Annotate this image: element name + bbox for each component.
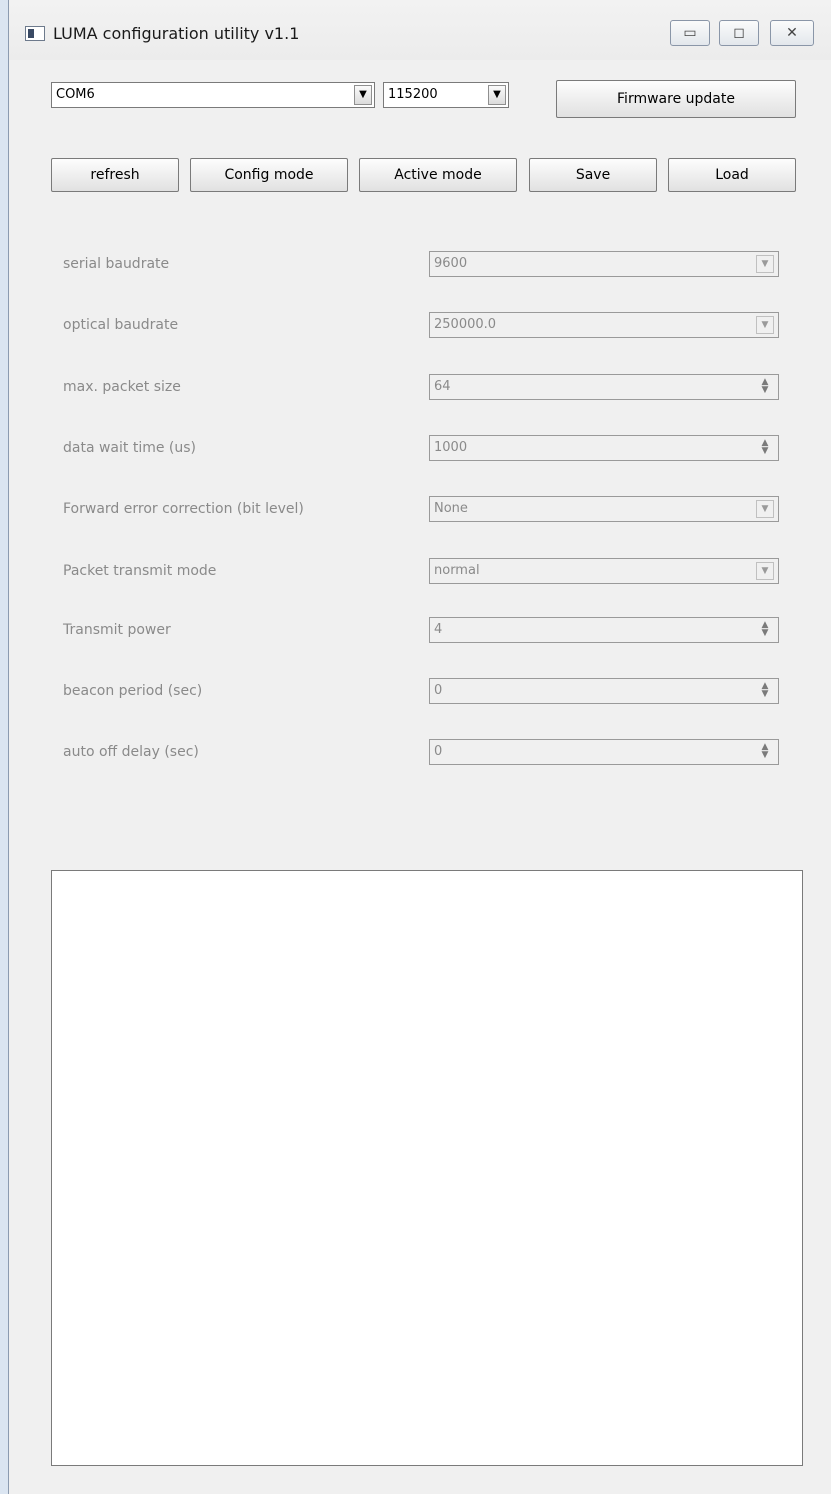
maximize-button[interactable]: ◻	[719, 20, 759, 46]
setting-label: Forward error correction (bit level)	[63, 501, 304, 517]
baud-value: 115200	[388, 87, 438, 102]
beacon-period-spinner[interactable]: 0 ▲ ▼	[429, 678, 779, 704]
spinner-arrows-icon[interactable]: ▲ ▼	[756, 682, 774, 700]
setting-value: 0	[434, 744, 443, 759]
setting-value: 1000	[434, 440, 468, 455]
setting-value: 250000.0	[434, 317, 497, 332]
chevron-down-icon[interactable]: ▼	[756, 562, 774, 580]
fec-select[interactable]: None ▼	[429, 496, 779, 522]
setting-value: 4	[434, 622, 443, 637]
setting-label: Packet transmit mode	[63, 563, 217, 579]
window-title: LUMA configuration utility v1.1	[53, 24, 300, 43]
spinner-arrows-icon[interactable]: ▲ ▼	[756, 378, 774, 396]
chevron-down-icon[interactable]: ▼	[354, 85, 372, 105]
setting-label: data wait time (us)	[63, 440, 197, 456]
port-value: COM6	[56, 87, 95, 102]
setting-value: 64	[434, 379, 451, 394]
log-textarea[interactable]	[51, 870, 803, 1466]
app-icon	[25, 26, 45, 41]
optical-baudrate-select[interactable]: 250000.0 ▼	[429, 312, 779, 338]
spinner-arrows-icon[interactable]: ▲ ▼	[756, 743, 774, 761]
auto-off-delay-spinner[interactable]: 0 ▲ ▼	[429, 739, 779, 765]
chevron-down-icon[interactable]: ▼	[756, 500, 774, 518]
minimize-button[interactable]: ▭	[670, 20, 710, 46]
config-mode-button[interactable]: Config mode	[190, 158, 348, 192]
setting-label: beacon period (sec)	[63, 683, 203, 699]
setting-label: auto off delay (sec)	[63, 744, 199, 760]
port-select[interactable]: COM6 ▼	[51, 82, 375, 108]
active-mode-button[interactable]: Active mode	[359, 158, 517, 192]
title-bar: LUMA configuration utility v1.1 ▭ ◻ ✕	[9, 0, 831, 60]
close-button[interactable]: ✕	[770, 20, 814, 46]
save-button[interactable]: Save	[529, 158, 657, 192]
setting-value: normal	[434, 563, 480, 578]
spinner-arrows-icon[interactable]: ▲ ▼	[756, 439, 774, 457]
spinner-arrows-icon[interactable]: ▲ ▼	[756, 621, 774, 639]
firmware-update-button[interactable]: Firmware update	[556, 80, 796, 118]
packet-size-spinner[interactable]: 64 ▲ ▼	[429, 374, 779, 400]
packet-transmit-mode-select[interactable]: normal ▼	[429, 558, 779, 584]
setting-label: max. packet size	[63, 379, 181, 395]
setting-label: optical baudrate	[63, 317, 179, 333]
app-window: LUMA configuration utility v1.1 ▭ ◻ ✕ CO…	[8, 0, 831, 1494]
setting-value: None	[434, 501, 468, 516]
chevron-down-icon[interactable]: ▼	[488, 85, 506, 105]
data-wait-time-spinner[interactable]: 1000 ▲ ▼	[429, 435, 779, 461]
minimize-icon: ▭	[683, 25, 697, 41]
maximize-icon: ◻	[733, 25, 745, 41]
setting-label: serial baudrate	[63, 256, 170, 272]
setting-label: Transmit power	[63, 622, 171, 638]
load-button[interactable]: Load	[668, 158, 796, 192]
transmit-power-spinner[interactable]: 4 ▲ ▼	[429, 617, 779, 643]
setting-value: 9600	[434, 256, 468, 271]
close-icon: ✕	[786, 25, 798, 41]
setting-value: 0	[434, 683, 443, 698]
chevron-down-icon[interactable]: ▼	[756, 255, 774, 273]
chevron-down-icon[interactable]: ▼	[756, 316, 774, 334]
refresh-button[interactable]: refresh	[51, 158, 179, 192]
serial-baudrate-select[interactable]: 9600 ▼	[429, 251, 779, 277]
baud-select[interactable]: 115200 ▼	[383, 82, 509, 108]
